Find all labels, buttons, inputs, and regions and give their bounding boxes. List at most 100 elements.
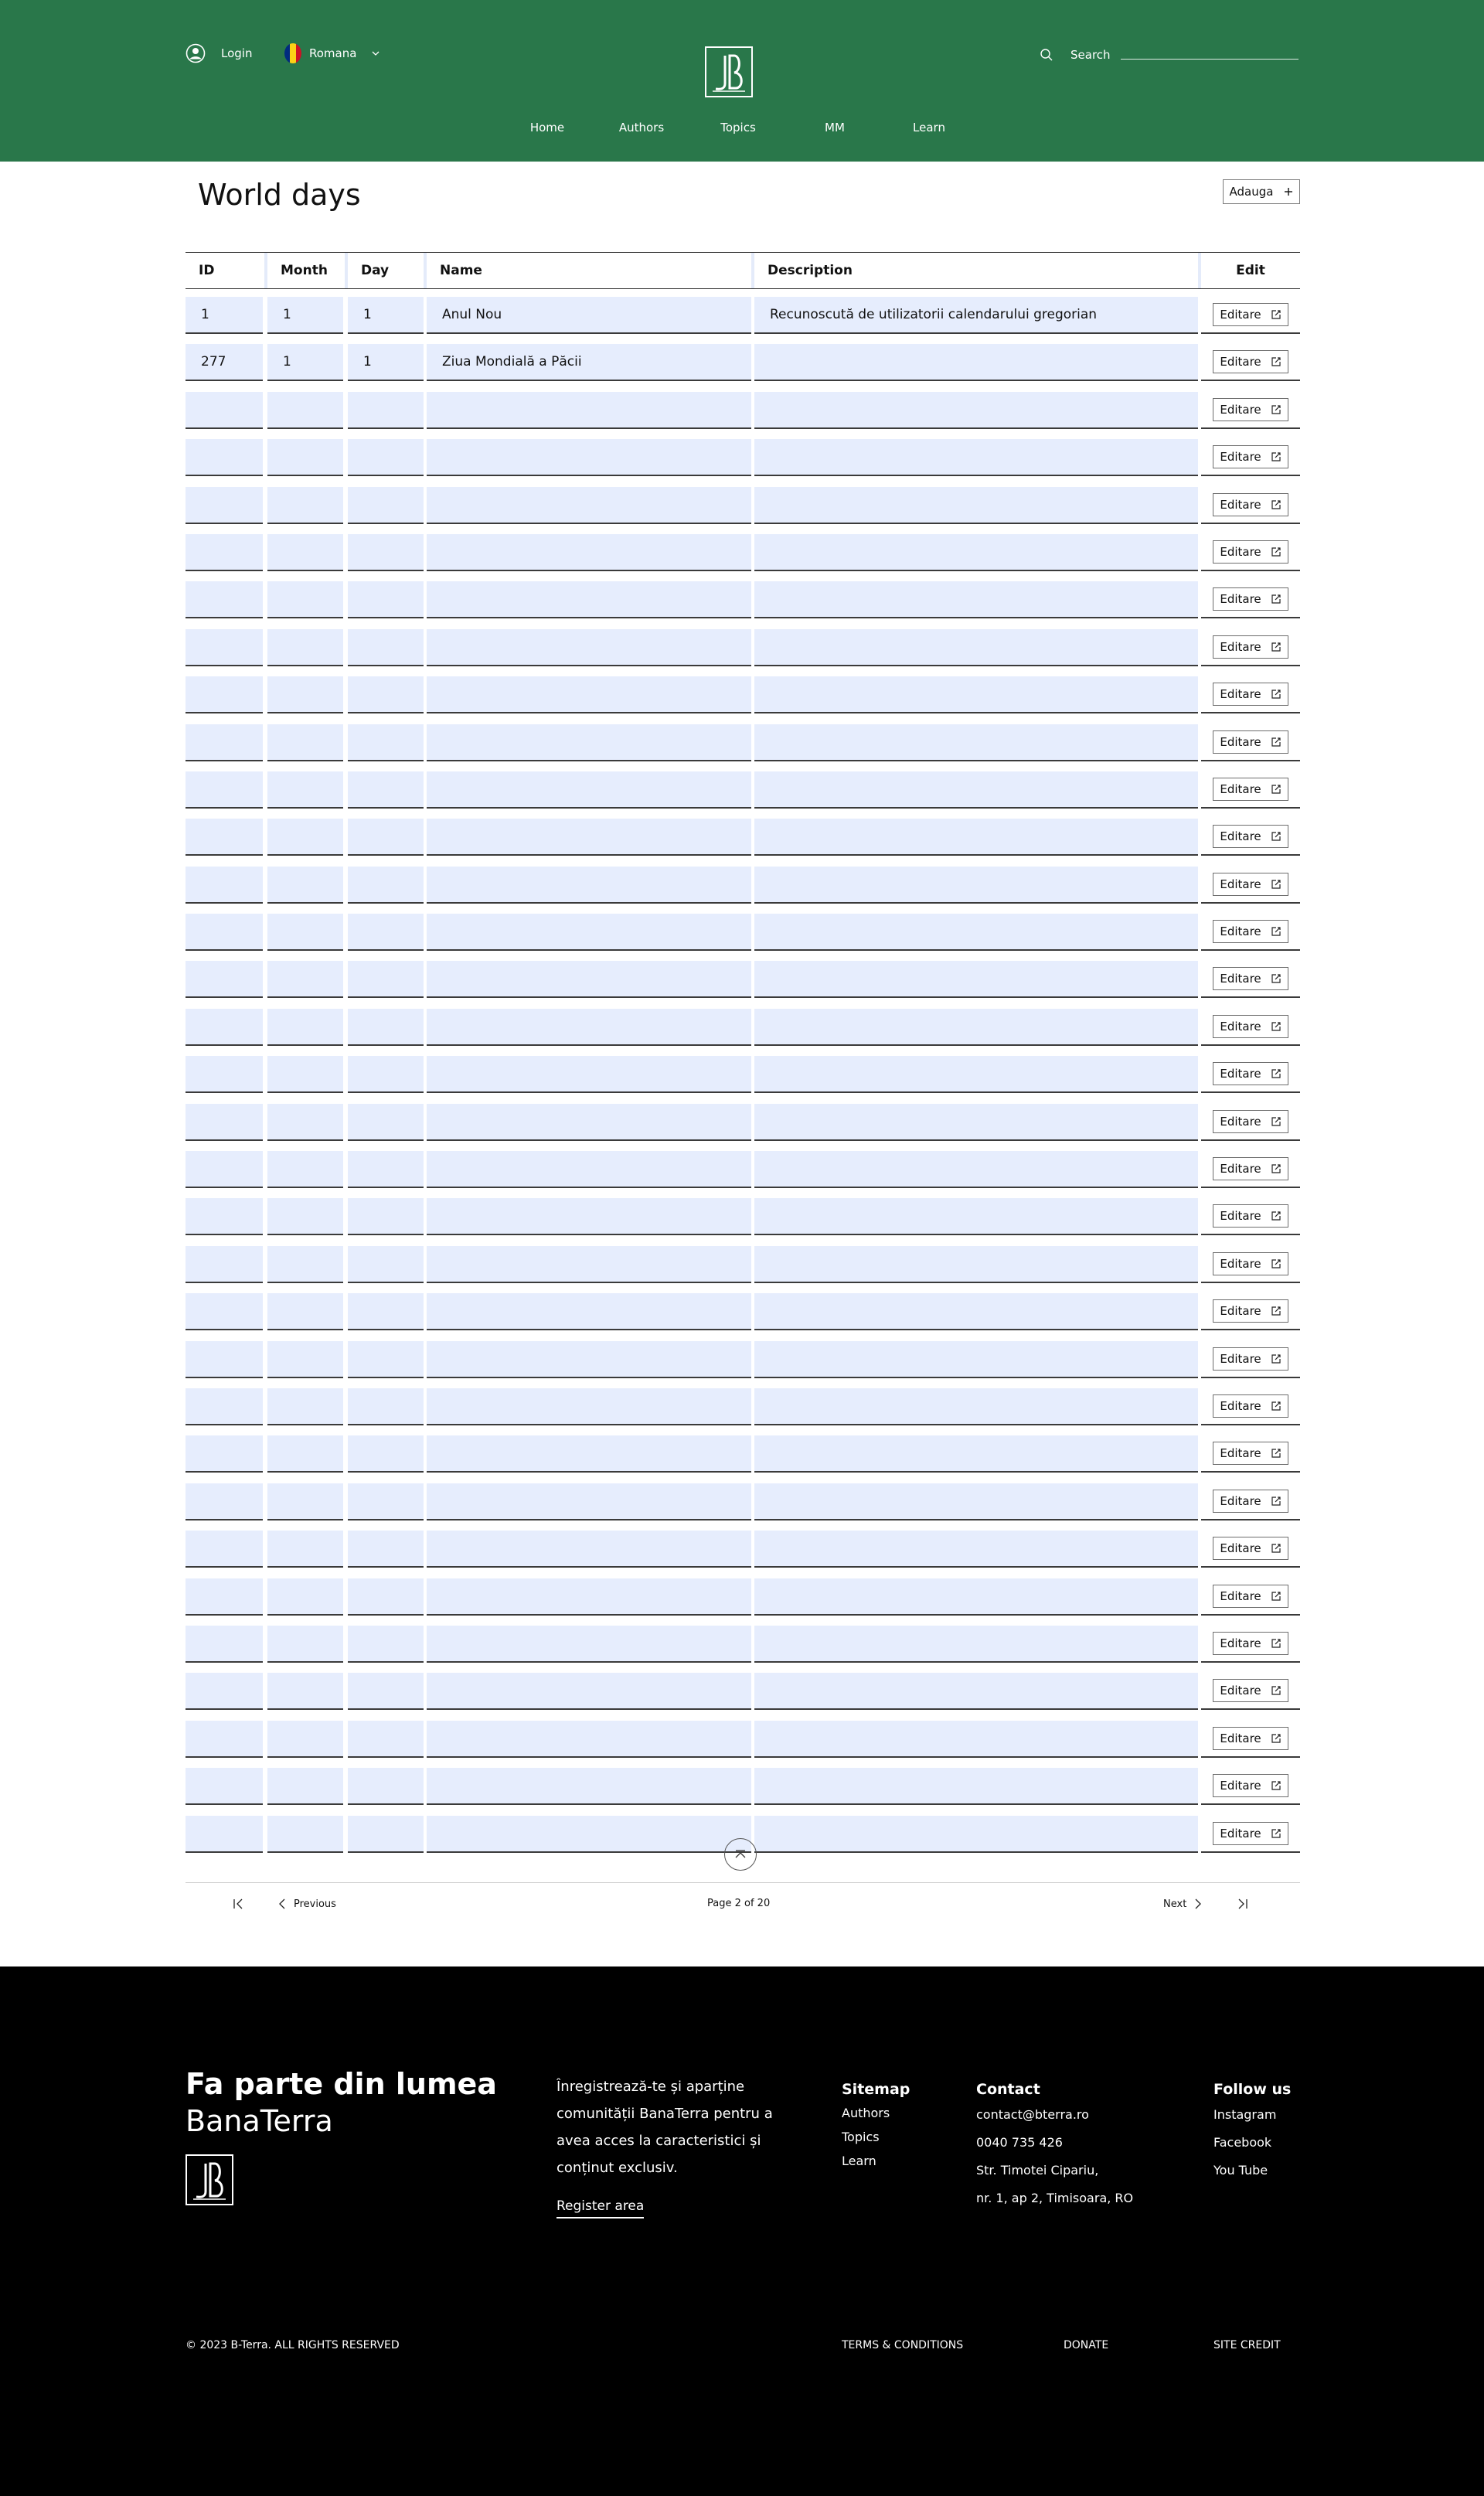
login-link[interactable]: Login	[186, 43, 252, 63]
header-day[interactable]: Day	[348, 253, 427, 288]
edit-button[interactable]: Editare	[1213, 540, 1288, 564]
edit-button[interactable]: Editare	[1213, 1062, 1288, 1086]
edit-button[interactable]: Editare	[1213, 303, 1288, 326]
register-link[interactable]: Register area	[556, 2198, 645, 2218]
edit-button[interactable]: Editare	[1213, 1726, 1288, 1750]
edit-button[interactable]: Editare	[1213, 825, 1288, 849]
footer-subtitle: BanaTerra	[186, 2104, 333, 2138]
footer-link-topics[interactable]: Topics	[842, 2125, 910, 2149]
terms-link[interactable]: TERMS & CONDITIONS	[842, 2339, 963, 2351]
page-info: Page 2 of 20	[707, 1898, 771, 1909]
edit-button[interactable]: Editare	[1213, 587, 1288, 611]
first-page-button[interactable]	[232, 1898, 246, 1910]
table-row: Editare	[186, 724, 1300, 761]
edit-label: Editare	[1220, 355, 1261, 369]
edit-button[interactable]: Editare	[1213, 1157, 1288, 1181]
edit-button[interactable]: Editare	[1213, 1489, 1288, 1513]
edit-button[interactable]: Editare	[1213, 350, 1288, 374]
nav-home[interactable]: Home	[530, 121, 564, 135]
edit-icon	[1271, 690, 1281, 699]
edit-button[interactable]: Editare	[1213, 1821, 1288, 1845]
last-page-button[interactable]	[1235, 1898, 1249, 1910]
edit-label: Editare	[1220, 1209, 1261, 1224]
nav-mm[interactable]: MM	[825, 121, 845, 135]
edit-button[interactable]: Editare	[1213, 1109, 1288, 1133]
footer-link-learn[interactable]: Learn	[842, 2149, 910, 2173]
cell-day	[348, 1815, 424, 1853]
cell-id	[186, 1008, 263, 1046]
footer-link-youtube[interactable]: You Tube	[1213, 2157, 1291, 2184]
previous-page-button[interactable]: Previous	[278, 1898, 336, 1910]
edit-button[interactable]: Editare	[1213, 635, 1288, 659]
edit-icon	[1271, 1781, 1281, 1790]
edit-label: Editare	[1220, 1398, 1261, 1413]
nav-learn[interactable]: Learn	[913, 121, 945, 135]
previous-label: Previous	[294, 1898, 336, 1910]
nav-topics[interactable]: Topics	[720, 121, 756, 135]
edit-button[interactable]: Editare	[1213, 1299, 1288, 1323]
cell-description	[754, 1720, 1198, 1758]
next-page-button[interactable]: Next	[1163, 1898, 1202, 1910]
cell-day	[348, 914, 424, 952]
cell-month	[267, 819, 343, 856]
edit-button[interactable]: Editare	[1213, 1537, 1288, 1561]
cell-month	[267, 1625, 343, 1663]
edit-button[interactable]: Editare	[1213, 1679, 1288, 1703]
edit-button[interactable]: Editare	[1213, 445, 1288, 469]
edit-button[interactable]: Editare	[1213, 683, 1288, 707]
table-row: Editare	[186, 961, 1300, 999]
cell-day	[348, 1578, 424, 1616]
edit-button[interactable]: Editare	[1213, 1774, 1288, 1798]
table-row: Editare	[186, 1293, 1300, 1331]
cell-month	[267, 1815, 343, 1853]
edit-button[interactable]: Editare	[1213, 1014, 1288, 1038]
site-logo[interactable]	[705, 46, 753, 97]
edit-icon	[1271, 547, 1281, 557]
table-row: Editare	[186, 533, 1300, 571]
footer-link-authors[interactable]: Authors	[842, 2101, 910, 2125]
edit-button[interactable]: Editare	[1213, 777, 1288, 801]
edit-button[interactable]: Editare	[1213, 492, 1288, 516]
edit-button[interactable]: Editare	[1213, 1442, 1288, 1466]
header-month[interactable]: Month	[267, 253, 348, 288]
site-credit-link[interactable]: SITE CREDIT	[1213, 2339, 1281, 2351]
search-icon	[1040, 49, 1053, 61]
search-box[interactable]: Search	[1040, 48, 1111, 62]
search-input[interactable]	[1121, 59, 1298, 60]
edit-button[interactable]: Editare	[1213, 730, 1288, 754]
edit-button[interactable]: Editare	[1213, 920, 1288, 944]
edit-button[interactable]: Editare	[1213, 1584, 1288, 1608]
cell-edit: Editare	[1201, 724, 1300, 761]
header-id[interactable]: ID	[186, 253, 267, 288]
cell-description	[754, 1293, 1198, 1331]
cell-id	[186, 486, 263, 524]
cell-edit: Editare	[1201, 1720, 1300, 1758]
edit-button[interactable]: Editare	[1213, 397, 1288, 421]
language-selector[interactable]: Romana	[284, 43, 381, 63]
edit-button[interactable]: Editare	[1213, 1394, 1288, 1418]
edit-button[interactable]: Editare	[1213, 1347, 1288, 1371]
add-button[interactable]: Adauga	[1223, 179, 1300, 204]
edit-button[interactable]: Editare	[1213, 1631, 1288, 1655]
footer-link-facebook[interactable]: Facebook	[1213, 2129, 1291, 2157]
cell-id	[186, 1198, 263, 1236]
donate-link[interactable]: DONATE	[1064, 2339, 1108, 2351]
cell-edit: Editare	[1201, 1531, 1300, 1568]
edit-button[interactable]: Editare	[1213, 872, 1288, 896]
table-row: Editare	[186, 1388, 1300, 1425]
edit-icon	[1271, 974, 1281, 984]
contact-phone[interactable]: 0040 735 426	[976, 2129, 1133, 2157]
nav-authors[interactable]: Authors	[619, 121, 664, 135]
edit-button[interactable]: Editare	[1213, 1204, 1288, 1228]
header-description[interactable]: Description	[754, 253, 1201, 288]
cell-description	[754, 676, 1198, 714]
footer-link-instagram[interactable]: Instagram	[1213, 2101, 1291, 2129]
edit-button[interactable]: Editare	[1213, 1251, 1288, 1275]
cell-id	[186, 1815, 263, 1853]
header-name[interactable]: Name	[427, 253, 754, 288]
contact-email[interactable]: contact@bterra.ro	[976, 2101, 1133, 2129]
cell-description	[754, 1008, 1198, 1046]
edit-button[interactable]: Editare	[1213, 967, 1288, 991]
scroll-to-top-button[interactable]	[724, 1838, 757, 1871]
cell-name	[427, 1056, 751, 1094]
